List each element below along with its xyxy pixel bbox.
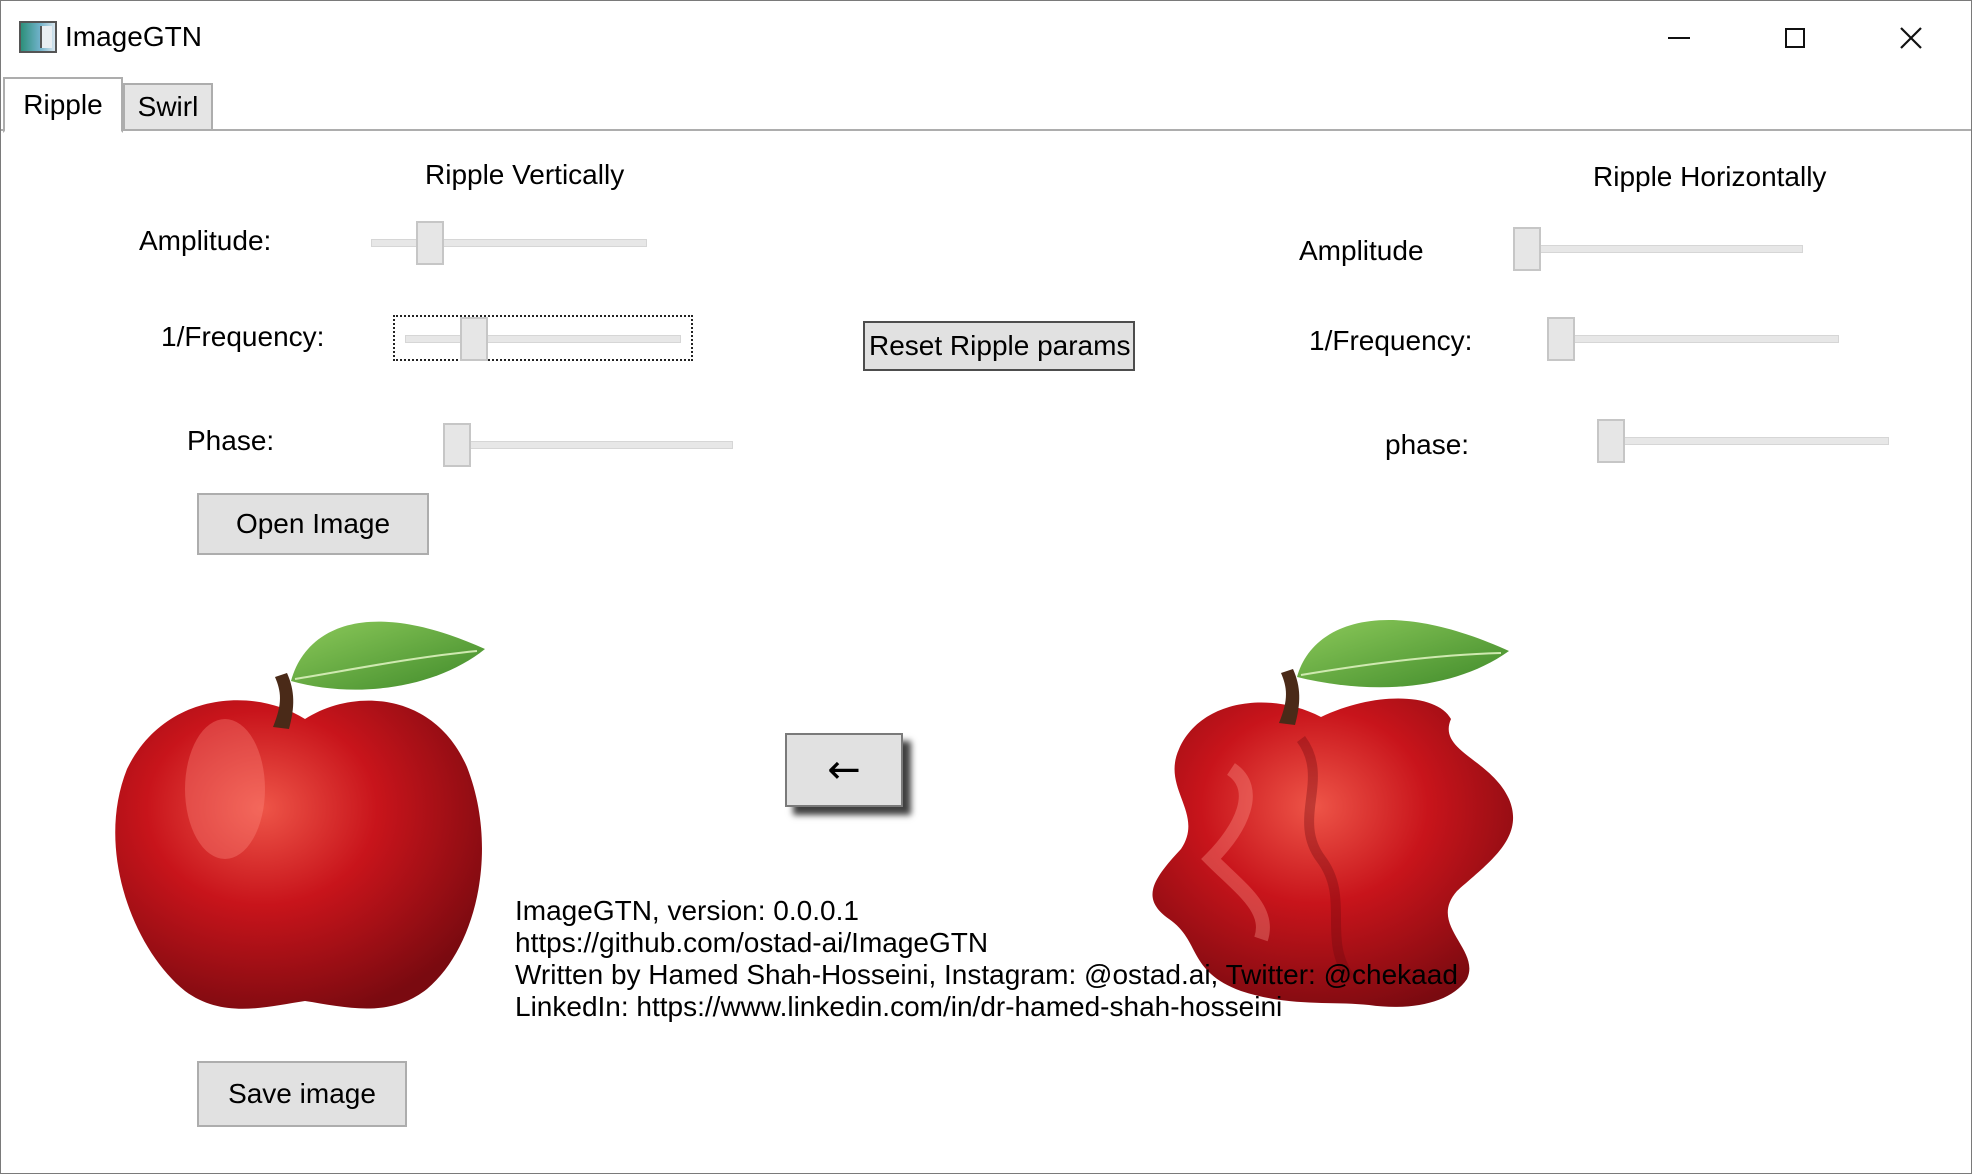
h-amplitude-label: Amplitude bbox=[1299, 235, 1424, 266]
close-button[interactable] bbox=[1879, 15, 1943, 61]
v-frequency-label: 1/Frequency: bbox=[161, 321, 325, 352]
tab-ripple[interactable]: Ripple bbox=[3, 77, 123, 133]
repo-link-text: https://github.com/ostad-ai/ImageGTN bbox=[515, 927, 989, 958]
slider-track bbox=[405, 335, 681, 343]
v-frequency-slider[interactable] bbox=[405, 317, 681, 361]
slider-track bbox=[1547, 335, 1839, 343]
linkedin-text: LinkedIn: https://www.linkedin.com/in/dr… bbox=[515, 991, 1283, 1022]
app-icon bbox=[19, 21, 57, 53]
slider-track bbox=[1513, 245, 1803, 253]
title-bar: ImageGTN bbox=[1, 1, 1971, 77]
maximize-icon bbox=[1785, 28, 1805, 48]
v-phase-slider[interactable] bbox=[443, 423, 733, 467]
slider-track bbox=[371, 239, 647, 247]
slider-thumb[interactable] bbox=[460, 317, 488, 361]
ripple-horizontal-title: Ripple Horizontally bbox=[1593, 161, 1827, 192]
open-image-button[interactable]: Open Image bbox=[197, 493, 429, 555]
h-amplitude-slider[interactable] bbox=[1513, 227, 1803, 271]
source-image bbox=[115, 621, 485, 1009]
v-phase-label: Phase: bbox=[187, 425, 275, 456]
v-amplitude-slider[interactable] bbox=[371, 221, 647, 265]
slider-track bbox=[1597, 437, 1889, 445]
tab-swirl-label: Swirl bbox=[137, 91, 199, 122]
slider-thumb[interactable] bbox=[1513, 227, 1541, 271]
minimize-icon bbox=[1668, 37, 1690, 39]
window-title: ImageGTN bbox=[65, 21, 202, 52]
reset-ripple-params-button[interactable]: Reset Ripple params bbox=[863, 321, 1135, 371]
v-amplitude-label: Amplitude: bbox=[139, 225, 272, 256]
author-text: Written by Hamed Shah-Hosseini, Instagra… bbox=[515, 959, 1458, 990]
tab-swirl[interactable]: Swirl bbox=[123, 83, 213, 131]
h-frequency-label: 1/Frequency: bbox=[1309, 325, 1473, 356]
close-icon bbox=[1900, 27, 1922, 49]
version-text: ImageGTN, version: 0.0.0.1 bbox=[515, 895, 859, 926]
slider-thumb[interactable] bbox=[443, 423, 471, 467]
about-info: ImageGTN, version: 0.0.0.1 https://githu… bbox=[515, 895, 1458, 1023]
tab-strip: Ripple Swirl bbox=[1, 75, 1971, 133]
h-frequency-slider[interactable] bbox=[1547, 317, 1839, 361]
ripple-vertical-title: Ripple Vertically bbox=[425, 159, 625, 190]
maximize-button[interactable] bbox=[1763, 15, 1827, 61]
h-phase-label: phase: bbox=[1385, 429, 1470, 460]
slider-thumb[interactable] bbox=[1597, 419, 1625, 463]
h-phase-slider[interactable] bbox=[1597, 419, 1889, 463]
app-window: ImageGTN Ripple Swirl Ripple Vertically … bbox=[0, 0, 1972, 1174]
slider-thumb[interactable] bbox=[1547, 317, 1575, 361]
minimize-button[interactable] bbox=[1647, 15, 1711, 61]
apply-ripple-button[interactable]: ← bbox=[785, 733, 903, 807]
slider-thumb[interactable] bbox=[416, 221, 444, 265]
tab-ripple-label: Ripple bbox=[23, 89, 103, 120]
slider-track bbox=[443, 441, 733, 449]
save-image-button[interactable]: Save image bbox=[197, 1061, 407, 1127]
